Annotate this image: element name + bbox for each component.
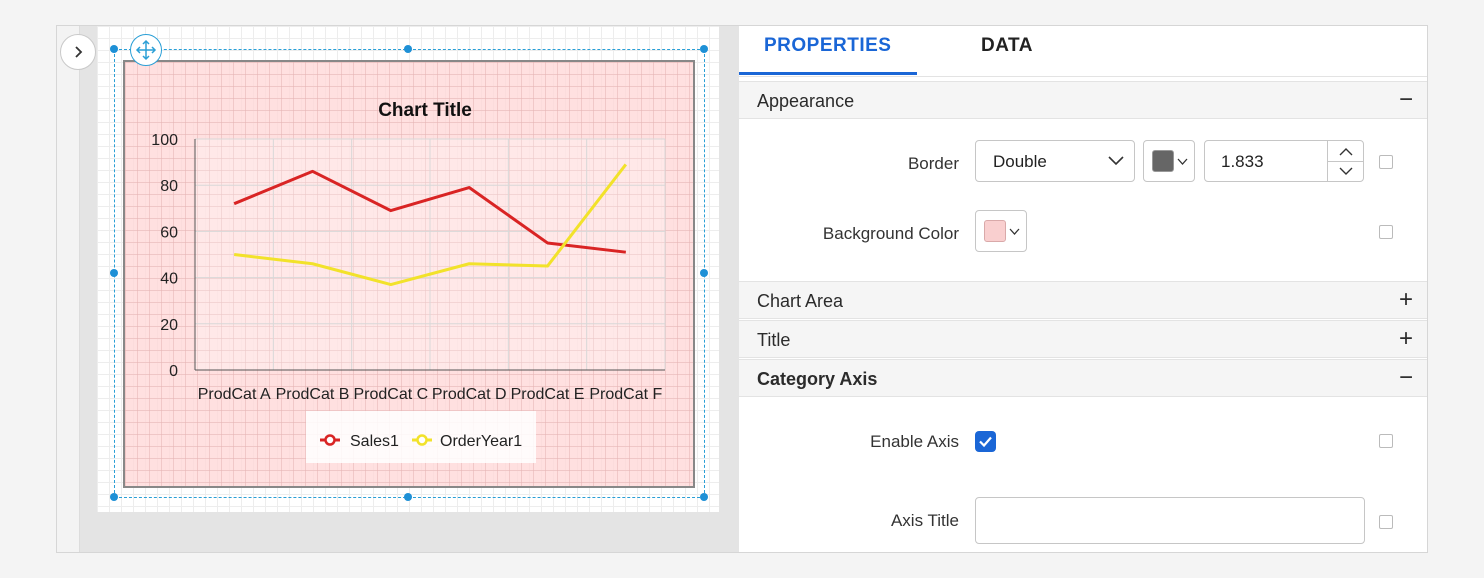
border-style-value: Double [993, 152, 1047, 171]
report-designer-window: Chart Title 0 20 40 60 80 100 ProdCat A ProdCat… [56, 25, 1428, 553]
legend-marker [324, 434, 336, 446]
enable-axis-label: Enable Axis [870, 432, 959, 451]
background-color-swatch [984, 220, 1006, 242]
properties-panel: PROPERTIES DATA Appearance − Border Doub… [739, 26, 1427, 552]
section-appearance-title: Appearance [757, 91, 855, 111]
section-title-title: Title [757, 330, 791, 350]
resize-handle-bottom-left[interactable] [110, 493, 118, 501]
chart-gridlines [194, 138, 666, 371]
enable-axis-default-checkbox[interactable] [1379, 434, 1393, 448]
x-tick-label: ProdCat F [589, 386, 662, 403]
chevron-down-icon [1177, 158, 1188, 165]
section-title[interactable]: Title + [739, 320, 1427, 358]
chevron-down-icon [1108, 156, 1124, 166]
section-chart-area[interactable]: Chart Area + [739, 281, 1427, 319]
section-category-axis-title: Category Axis [757, 369, 878, 389]
y-tick-label: 20 [160, 317, 178, 334]
axis-title-default-checkbox[interactable] [1379, 515, 1393, 529]
panel-tabs: PROPERTIES DATA [739, 26, 1427, 77]
y-tick-label: 100 [151, 132, 178, 149]
enable-axis-checkbox[interactable] [975, 431, 996, 452]
x-tick-label: ProdCat E [511, 386, 585, 403]
section-category-axis[interactable]: Category Axis − [739, 359, 1427, 397]
x-tick-label: ProdCat A [198, 386, 271, 403]
legend-marker [416, 434, 428, 446]
resize-handle-top[interactable] [404, 45, 412, 53]
y-tick-label: 60 [160, 224, 178, 241]
background-color-label: Background Color [822, 224, 959, 243]
x-tick-label: ProdCat D [432, 386, 507, 403]
legend-label: OrderYear1 [440, 433, 522, 450]
y-tick-label: 40 [160, 271, 178, 288]
left-gutter [57, 26, 80, 552]
border-color-swatch [1152, 150, 1174, 172]
resize-handle-right[interactable] [700, 269, 708, 277]
border-color-picker[interactable] [1143, 140, 1195, 182]
chart-title: Chart Title [378, 100, 472, 121]
y-tick-label: 0 [169, 363, 178, 380]
tab-properties[interactable]: PROPERTIES [764, 35, 891, 57]
background-color-picker[interactable] [975, 210, 1027, 252]
section-chart-area-title: Chart Area [757, 291, 844, 311]
collapse-icon[interactable]: − [1395, 86, 1417, 114]
x-tick-label: ProdCat C [353, 386, 428, 403]
axis-title-label: Axis Title [890, 511, 959, 530]
resize-handle-top-right[interactable] [700, 45, 708, 53]
chart-svg: Chart Title 0 20 40 60 80 100 ProdCat A ProdCat… [151, 100, 666, 463]
expand-icon[interactable]: + [1395, 286, 1417, 314]
resize-handle-left[interactable] [110, 269, 118, 277]
section-appearance[interactable]: Appearance − [739, 81, 1427, 119]
tab-data[interactable]: DATA [981, 35, 1033, 57]
border-default-checkbox[interactable] [1379, 155, 1393, 169]
border-width-stepper[interactable]: 1.833 [1204, 140, 1364, 182]
stepper-divider [1328, 161, 1364, 162]
active-tab-indicator [739, 72, 917, 75]
y-tick-label: 80 [160, 178, 178, 195]
x-tick-label: ProdCat B [276, 386, 350, 403]
chart-report-item[interactable]: Chart Title 0 20 40 60 80 100 ProdCat A ProdCat… [123, 60, 695, 488]
axis-title-input[interactable] [975, 497, 1365, 544]
expand-icon[interactable]: + [1395, 325, 1417, 353]
background-color-default-checkbox[interactable] [1379, 225, 1393, 239]
border-label: Border [907, 154, 959, 173]
collapse-icon[interactable]: − [1395, 364, 1417, 392]
chevron-down-icon [1009, 228, 1020, 235]
legend-label: Sales1 [350, 433, 399, 450]
chart-legend: Sales1 OrderYear1 [306, 411, 536, 463]
resize-handle-top-left[interactable] [110, 45, 118, 53]
chevron-up-icon[interactable] [1339, 148, 1353, 156]
checkmark-icon [979, 436, 992, 448]
border-style-dropdown[interactable]: Double [975, 140, 1135, 182]
border-width-value: 1.833 [1221, 152, 1264, 171]
design-surface: Chart Title 0 20 40 60 80 100 ProdCat A ProdCat… [57, 26, 740, 552]
resize-handle-bottom[interactable] [404, 493, 412, 501]
move-arrows-icon[interactable] [130, 34, 162, 66]
chevron-down-icon[interactable] [1339, 167, 1353, 175]
chevron-right-icon[interactable] [60, 34, 96, 70]
resize-handle-bottom-right[interactable] [700, 493, 708, 501]
